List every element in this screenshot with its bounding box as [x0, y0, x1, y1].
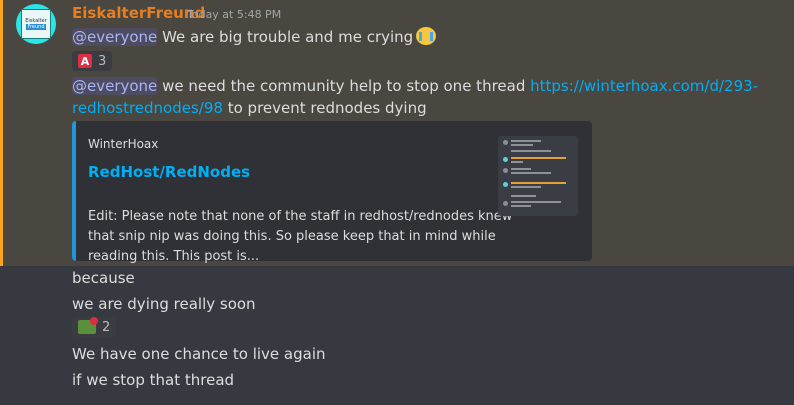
thread-link[interactable]: https://winterhoax.com/d/293- [530, 77, 758, 95]
message-line: if we stop that thread [72, 371, 235, 389]
timestamp[interactable]: Today at 5:48 PM [187, 8, 281, 21]
everyone-mention[interactable]: @everyone [72, 28, 158, 46]
message-line: @everyone we need the community help to … [72, 77, 758, 95]
message-line: because [72, 269, 135, 287]
reaction-count: 2 [102, 319, 111, 335]
thread-link[interactable]: redhostrednodes/98 [72, 99, 223, 117]
reaction-count: 3 [98, 53, 107, 69]
a-button-icon: A [78, 54, 92, 68]
sos-icon [78, 317, 98, 334]
everyone-mention[interactable]: @everyone [72, 77, 158, 95]
embed-description-line: that snip nip was doing this. So please … [88, 229, 496, 244]
avatar-text-line: Freund [26, 24, 46, 30]
message-text: we need the community help to stop one t… [157, 77, 531, 95]
message-line: we are dying really soon [72, 295, 256, 313]
crying-face-emoji-icon [416, 27, 437, 45]
embed-description: Edit: Please note that none of the staff… [88, 207, 513, 267]
embed-thumbnail[interactable] [498, 136, 578, 216]
avatar[interactable]: Eiskalter Freund [16, 4, 56, 44]
message-text: to prevent rednodes dying [222, 99, 427, 117]
reaction-sos[interactable]: 2 [72, 317, 117, 337]
reaction-a-button[interactable]: A 3 [72, 51, 113, 71]
link-embed: WinterHoax RedHost/RedNodes Edit: Please… [72, 121, 592, 264]
embed-description-line: Edit: Please note that none of the staff… [88, 209, 513, 224]
embed-title[interactable]: RedHost/RedNodes [88, 163, 250, 181]
message-line: We have one chance to live again [72, 345, 326, 363]
mention-highlight-bar [0, 0, 3, 266]
username[interactable]: EiskalterFreund [72, 4, 205, 22]
embed-provider[interactable]: WinterHoax [88, 137, 158, 151]
message-line: redhostrednodes/98 to prevent rednodes d… [72, 99, 427, 117]
avatar-image: Eiskalter Freund [21, 9, 51, 39]
message-text: We are big trouble and me crying [157, 28, 414, 46]
message-line: @everyone We are big trouble and me cryi… [72, 27, 437, 46]
embed-description-line: reading this. This post is... [88, 249, 260, 264]
